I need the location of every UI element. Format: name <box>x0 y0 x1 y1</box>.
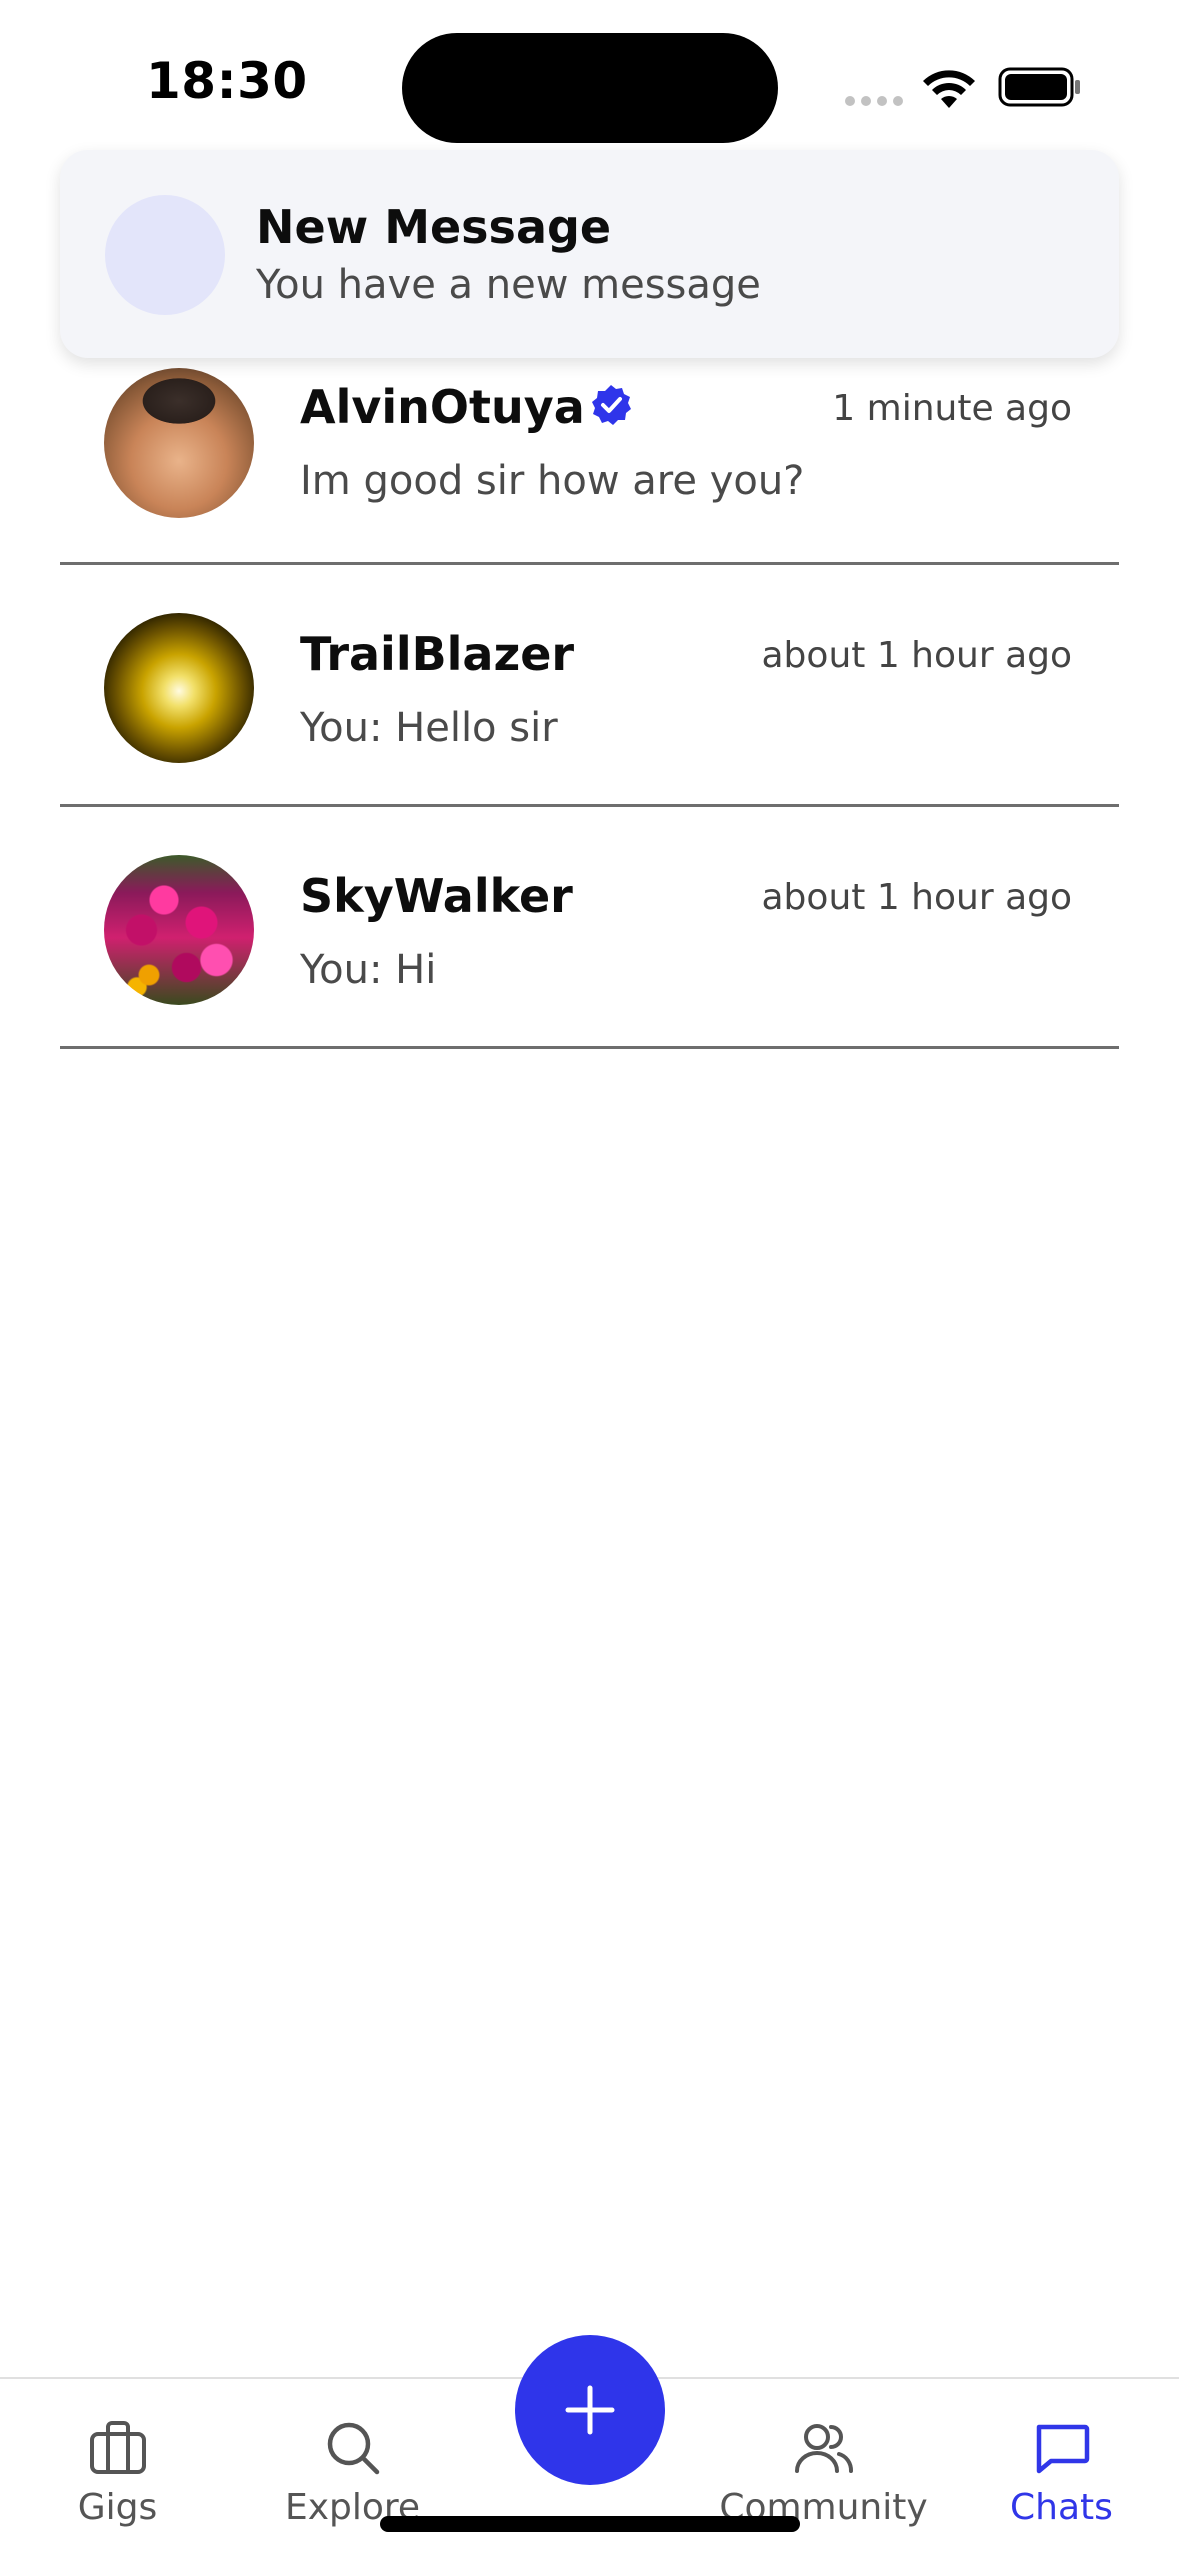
new-chat-button[interactable] <box>515 2335 665 2485</box>
chat-row-trailblazer[interactable]: TrailBlazer about 1 hour ago You: Hello … <box>60 565 1119 807</box>
status-time: 18:30 <box>146 52 308 110</box>
avatar <box>104 855 254 1005</box>
dynamic-island <box>402 33 778 143</box>
search-icon <box>327 2422 379 2475</box>
chat-bubble-icon <box>1036 2424 1089 2474</box>
chat-time: about 1 hour ago <box>761 877 1073 918</box>
chat-name: SkyWalker <box>300 869 573 923</box>
nav-label-chats: Chats <box>1010 2487 1113 2528</box>
chat-preview: Im good sir how are you? <box>300 458 805 504</box>
battery-icon <box>998 67 1080 107</box>
notification-avatar <box>105 195 225 315</box>
wifi-icon <box>923 70 975 108</box>
chat-preview: You: Hi <box>300 947 437 993</box>
new-message-notification[interactable]: New Message You have a new message <box>60 150 1119 358</box>
chat-name: TrailBlazer <box>300 627 575 681</box>
chat-row-alvinotuya[interactable]: AlvinOtuya 1 minute ago Im good sir how … <box>60 340 1119 565</box>
users-icon <box>794 2424 853 2473</box>
chat-list: AlvinOtuya 1 minute ago Im good sir how … <box>60 340 1119 1049</box>
chat-time: 1 minute ago <box>832 388 1072 429</box>
verified-badge-icon <box>591 385 631 425</box>
status-bar: 18:30 <box>0 0 1179 160</box>
home-indicator <box>380 2516 800 2532</box>
chat-row-skywalker[interactable]: SkyWalker about 1 hour ago You: Hi <box>60 807 1119 1049</box>
nav-label-gigs: Gigs <box>77 2487 158 2528</box>
nav-item-chats[interactable]: Chats <box>944 2379 1179 2558</box>
notification-body: You have a new message <box>256 262 761 308</box>
chat-time: about 1 hour ago <box>761 635 1073 676</box>
avatar <box>104 613 254 763</box>
notification-title: New Message <box>256 200 612 254</box>
plus-icon <box>565 2385 615 2435</box>
nav-item-gigs[interactable]: Gigs <box>0 2379 235 2558</box>
chat-preview: You: Hello sir <box>300 705 558 751</box>
avatar <box>104 368 254 518</box>
chat-name: AlvinOtuya <box>300 380 633 434</box>
briefcase-icon <box>89 2421 146 2474</box>
cellular-signal-icon <box>845 96 903 106</box>
